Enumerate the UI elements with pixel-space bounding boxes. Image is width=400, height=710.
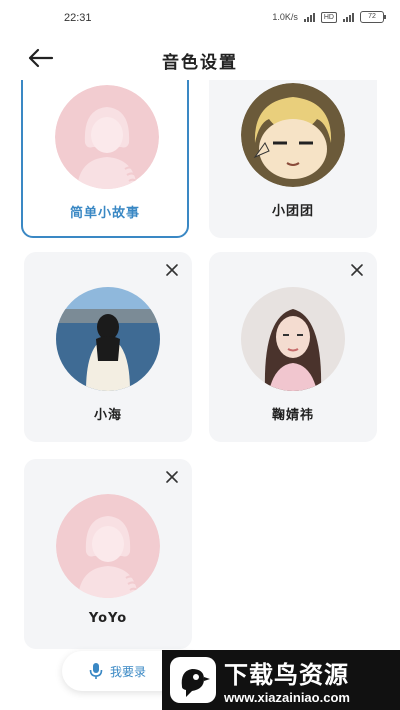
delete-button[interactable]	[164, 262, 180, 278]
battery-icon: 72	[360, 11, 386, 23]
close-icon	[166, 264, 178, 276]
microphone-icon	[89, 663, 103, 679]
status-time: 22:31	[64, 12, 92, 24]
delete-button[interactable]	[349, 262, 365, 278]
close-icon	[166, 471, 178, 483]
avatar-image	[241, 287, 345, 391]
avatar-image	[241, 83, 345, 187]
header: 音色设置	[0, 36, 400, 80]
avatar-image	[56, 287, 160, 391]
girl-by-sea-avatar	[56, 287, 160, 391]
bird-logo-icon	[170, 657, 216, 703]
girl-avatar-icon	[55, 85, 159, 189]
voice-name: YoYo	[88, 611, 128, 626]
avatar-placeholder	[55, 85, 159, 189]
record-button-label: 我要录	[110, 664, 147, 679]
voice-card-3[interactable]: 小海	[24, 252, 192, 442]
avatar-placeholder	[56, 494, 160, 598]
voice-card-1[interactable]: 简单小故事	[21, 80, 189, 238]
hd-badge: HD	[320, 11, 337, 23]
status-indicators: 1.0K/s HD 72	[272, 11, 386, 23]
voice-name: 鞠婧祎	[271, 408, 314, 423]
voice-grid: 简单小故事 小团团 小海 鞠婧祎 YoYo	[0, 80, 400, 710]
anime-boy-avatar	[241, 83, 345, 187]
voice-name: 小海	[93, 408, 122, 423]
signal-icon	[303, 12, 315, 22]
girl-avatar-icon	[56, 494, 160, 598]
watermark-banner: 下载鸟资源 www.xiazainiao.com	[162, 650, 400, 710]
voice-card-4[interactable]: 鞠婧祎	[209, 252, 377, 442]
watermark-url: www.xiazainiao.com	[224, 690, 350, 705]
voice-card-5[interactable]: YoYo	[24, 459, 192, 649]
voice-card-2[interactable]: 小团团	[209, 80, 377, 238]
network-speed: 1.0K/s	[272, 12, 298, 22]
delete-button[interactable]	[164, 469, 180, 485]
voice-name: 简单小故事	[69, 206, 140, 221]
woman-portrait-avatar	[241, 287, 345, 391]
watermark-title: 下载鸟资源	[224, 661, 349, 689]
status-bar: 22:31 1.0K/s HD 72	[0, 0, 400, 36]
page-title: 音色设置	[162, 53, 238, 73]
close-icon	[351, 264, 363, 276]
voice-name: 小团团	[271, 204, 314, 219]
signal-icon-2	[343, 12, 354, 22]
